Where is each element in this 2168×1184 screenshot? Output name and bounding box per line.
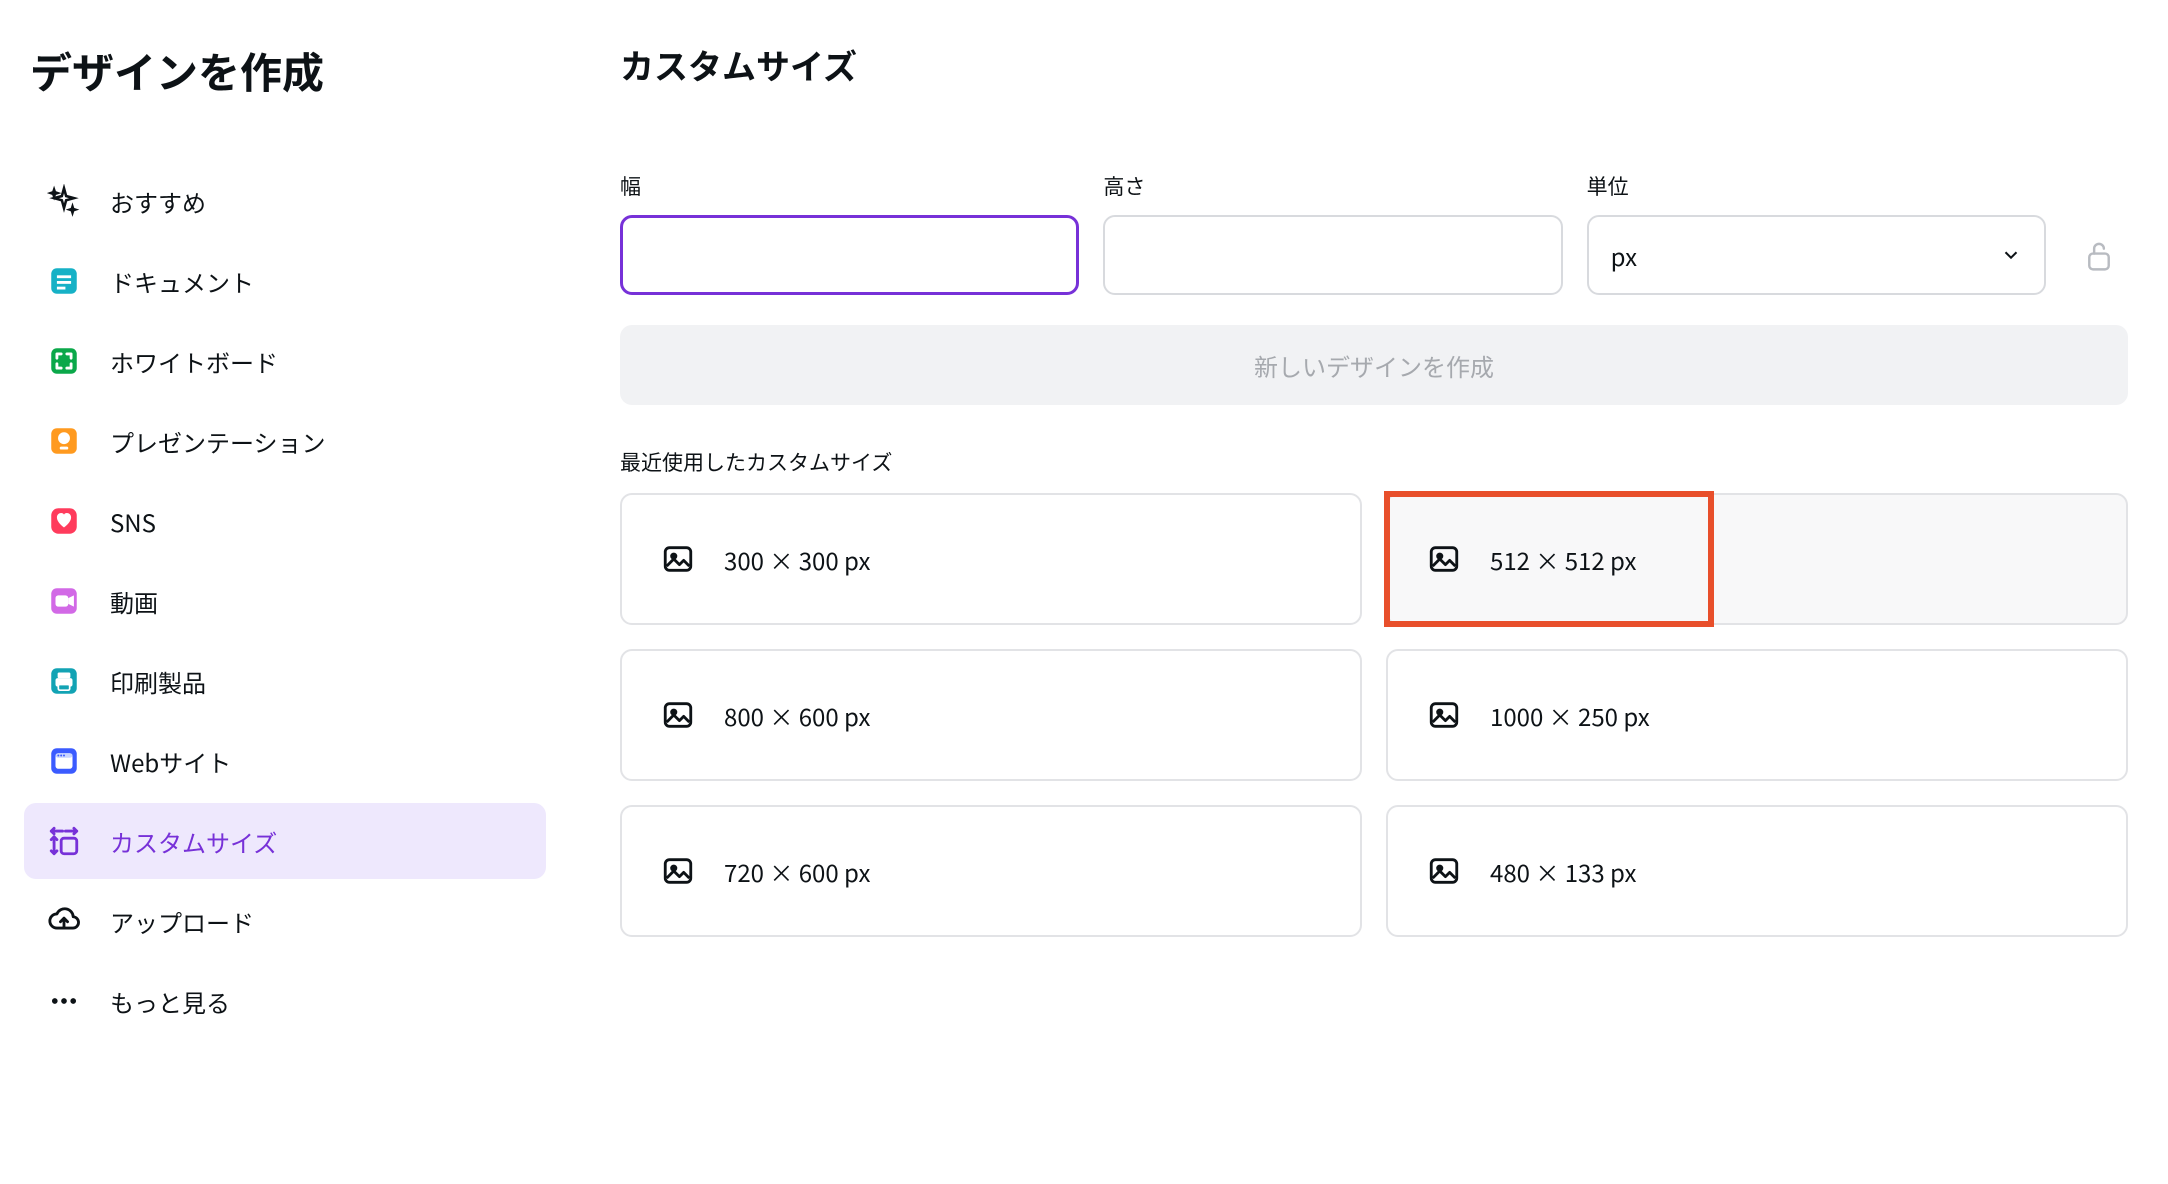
recent-sizes-label: 最近使用したカスタムサイズ [620,447,2128,477]
sns-icon [46,503,82,539]
unit-select[interactable]: px [1587,215,2046,295]
nav: おすすめドキュメントホワイトボードプレゼンテーション SNS 動画印刷製品 Webサイ… [24,163,546,1039]
sparkle-icon [46,183,82,219]
presentation-icon [46,423,82,459]
chevron-down-icon [2000,244,2022,266]
sidebar-item-label: Webサイト [110,744,231,779]
height-label: 高さ [1103,171,1562,201]
recent-size-card[interactable]: 300 × 300 px [620,493,1362,625]
main-panel: カスタムサイズ 幅 高さ 単位 px [570,0,2168,1184]
recent-size-card[interactable]: 1000 × 250 px [1386,649,2128,781]
sidebar-item-label: SNS [110,504,156,539]
sidebar-item-video[interactable]: 動画 [24,563,546,639]
recent-size-label: 800 × 600 px [724,698,870,733]
sidebar-item-recommended[interactable]: おすすめ [24,163,546,239]
recent-size-label: 1000 × 250 px [1490,698,1650,733]
recent-size-label: 480 × 133 px [1490,854,1636,889]
sidebar-item-label: もっと見る [110,984,230,1019]
size-inputs-row: 幅 高さ 単位 px [620,171,2128,295]
image-icon [1426,853,1462,889]
sidebar-item-label: 印刷製品 [110,664,206,699]
sidebar-item-custom-size[interactable]: カスタムサイズ [24,803,546,879]
sidebar-item-presentation[interactable]: プレゼンテーション [24,403,546,479]
sidebar-item-print[interactable]: 印刷製品 [24,643,546,719]
image-icon [660,697,696,733]
more-icon [46,983,82,1019]
sidebar-item-label: 動画 [110,584,158,619]
sidebar-item-website[interactable]: Webサイト [24,723,546,799]
recent-size-label: 512 × 512 px [1490,542,1636,577]
image-icon [660,541,696,577]
recent-size-card[interactable]: 480 × 133 px [1386,805,2128,937]
sidebar-item-documents[interactable]: ドキュメント [24,243,546,319]
custom-size-icon [46,823,82,859]
unit-label: 単位 [1587,171,2046,201]
recent-sizes-grid: 300 × 300 px 512 × 512 px 800 × 600 px 1000… [620,493,2128,937]
lock-aspect-button[interactable] [2070,227,2128,285]
height-input-box[interactable] [1103,215,1562,295]
image-icon [1426,541,1462,577]
print-icon [46,663,82,699]
unit-value: px [1611,238,1637,273]
recent-size-card[interactable]: 800 × 600 px [620,649,1362,781]
sidebar: デザインを作成 おすすめドキュメントホワイトボードプレゼンテーション SNS 動画印… [0,0,570,1184]
main-title: カスタムサイズ [620,40,2128,89]
recent-size-label: 300 × 300 px [724,542,870,577]
recent-size-label: 720 × 600 px [724,854,870,889]
upload-icon [46,903,82,939]
width-label: 幅 [620,171,1079,201]
sidebar-item-label: おすすめ [110,184,206,219]
width-input[interactable] [645,218,1054,292]
whiteboard-icon [46,343,82,379]
website-icon [46,743,82,779]
height-input[interactable] [1127,217,1538,293]
sidebar-item-whiteboard[interactable]: ホワイトボード [24,323,546,399]
create-design-button[interactable]: 新しいデザインを作成 [620,325,2128,405]
recent-size-card[interactable]: 512 × 512 px [1386,493,2128,625]
recent-size-card[interactable]: 720 × 600 px [620,805,1362,937]
sidebar-item-label: プレゼンテーション [110,424,326,459]
width-input-box[interactable] [620,215,1079,295]
sidebar-item-label: ホワイトボード [110,344,278,379]
sidebar-item-more[interactable]: もっと見る [24,963,546,1039]
image-icon [1426,697,1462,733]
sidebar-item-label: カスタムサイズ [110,824,277,859]
sidebar-item-sns[interactable]: SNS [24,483,546,559]
sidebar-title: デザインを作成 [24,40,546,101]
sidebar-item-label: ドキュメント [110,264,254,299]
video-icon [46,583,82,619]
sidebar-item-upload[interactable]: アップロード [24,883,546,959]
sidebar-item-label: アップロード [110,904,254,939]
image-icon [660,853,696,889]
doc-icon [46,263,82,299]
